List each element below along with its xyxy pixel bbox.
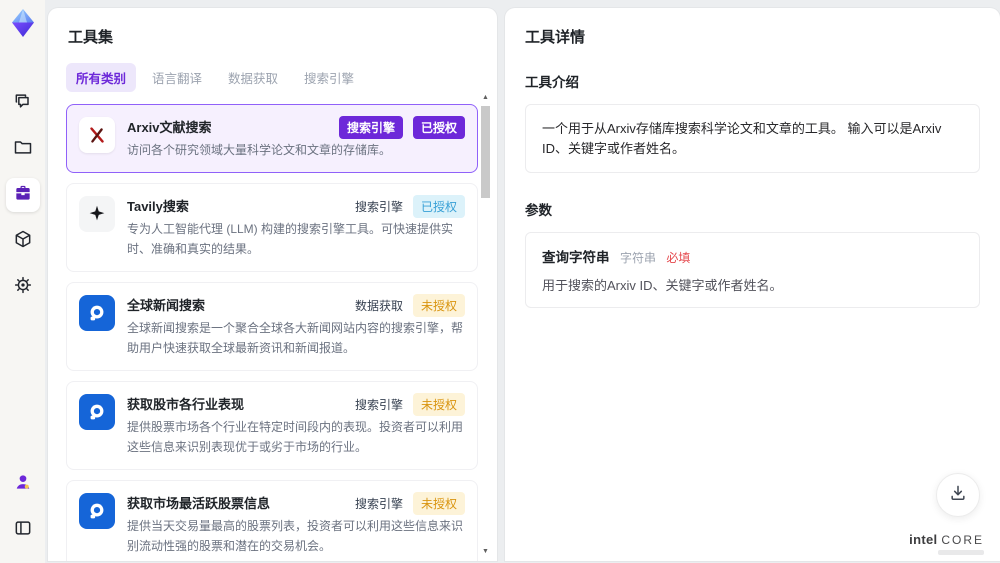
- category-badge: 搜索引擎: [354, 200, 403, 215]
- intel-core-logo: intel CORE: [909, 532, 984, 555]
- news-app-icon: [79, 295, 115, 332]
- tool-description: 专为人工智能代理 (LLM) 构建的搜索引擎工具。可快速提供实时、准确和真实的结…: [127, 222, 454, 256]
- scroll-up-arrow[interactable]: ▲: [480, 92, 491, 103]
- cube-icon: [13, 229, 33, 254]
- tool-list-item-global-news-search[interactable]: 全球新闻搜索 全球新闻搜索是一个聚合全球各大新闻网站内容的搜索引擎，帮助用户快速…: [66, 282, 478, 372]
- scroll-down-arrow[interactable]: ▼: [480, 546, 491, 557]
- settings-icon: [13, 275, 33, 300]
- category-badge: 搜索引擎: [354, 398, 403, 413]
- tool-description: 全球新闻搜索是一个聚合全球各大新闻网站内容的搜索引擎，帮助用户快速获取全球最新资…: [127, 321, 464, 355]
- sidebar-item-account[interactable]: [6, 467, 40, 501]
- sidebar-item-tools[interactable]: [5, 178, 40, 212]
- parameter-card: 查询字符串 字符串 必填 用于搜索的Arxiv ID、关键字或作者姓名。: [525, 232, 980, 308]
- finance-app-icon: [79, 394, 115, 431]
- intro-heading: 工具介绍: [525, 75, 579, 90]
- params-heading: 参数: [525, 203, 552, 218]
- tool-list-item-arxiv-search[interactable]: Arxiv文献搜索 访问各个研究领域大量科学论文和文章的存储库。 搜索引擎 已授…: [66, 104, 478, 174]
- status-badge: 已授权: [412, 116, 465, 139]
- chat-icon: [13, 91, 33, 116]
- sidebar-item-files[interactable]: [6, 132, 40, 166]
- tab-translate[interactable]: 语言翻译: [142, 63, 212, 92]
- sidebar-item-packages[interactable]: [6, 224, 40, 258]
- details-title: 工具详情: [525, 29, 586, 46]
- status-badge: 已授权: [412, 195, 465, 219]
- status-badge: 未授权: [412, 492, 465, 516]
- user-icon: [13, 472, 33, 497]
- tool-description: 访问各个研究领域大量科学论文和文章的存储库。: [127, 143, 392, 157]
- param-name: 查询字符串: [542, 250, 610, 265]
- param-description: 用于搜索的Arxiv ID、关键字或作者姓名。: [542, 278, 783, 293]
- page-title: 工具集: [68, 29, 114, 46]
- tool-list-item-sector-performance[interactable]: 获取股市各行业表现 提供股票市场各个行业在特定时间段内的表现。投资者可以利用这些…: [66, 381, 478, 471]
- sidebar-item-settings[interactable]: [6, 270, 40, 304]
- tool-description: 提供股票市场各个行业在特定时间段内的表现。投资者可以利用这些信息来识别表现优于或…: [127, 420, 464, 454]
- category-badge: 数据获取: [354, 299, 403, 314]
- sidebar-item-collapse[interactable]: [6, 513, 40, 547]
- status-badge: 未授权: [412, 393, 465, 417]
- tool-details-panel: 工具详情 工具介绍 一个用于从Arxiv存储库搜索科学论文和文章的工具。 输入可…: [505, 8, 1000, 561]
- list-scrollbar[interactable]: ▲ ▼: [480, 92, 491, 557]
- folder-icon: [13, 137, 33, 162]
- tool-description: 提供当天交易量最高的股票列表，投资者可以利用这些信息来识别流动性强的股票和潜在的…: [127, 519, 464, 553]
- param-required-badge: 必填: [666, 251, 691, 265]
- param-type: 字符串: [619, 251, 656, 265]
- download-button[interactable]: [936, 473, 980, 517]
- arxiv-icon: [79, 117, 115, 153]
- panel-toggle-icon: [13, 518, 33, 543]
- sidebar-rail: [0, 0, 45, 563]
- category-badge: 搜索引擎: [354, 497, 403, 512]
- tavily-icon: [79, 196, 115, 233]
- toolbox-icon: [13, 183, 33, 208]
- tool-list-item-most-active-stocks[interactable]: 获取市场最活跃股票信息 提供当天交易量最高的股票列表，投资者可以利用这些信息来识…: [66, 480, 478, 561]
- scrollbar-thumb[interactable]: [481, 106, 490, 198]
- category-tabs: 所有类别 语言翻译 数据获取 搜索引擎: [66, 63, 478, 92]
- tab-data-fetch[interactable]: 数据获取: [218, 63, 288, 92]
- tab-search[interactable]: 搜索引擎: [294, 63, 364, 92]
- tool-intro-text: 一个用于从Arxiv存储库搜索科学论文和文章的工具。 输入可以是Arxiv ID…: [525, 104, 980, 173]
- app-logo: [8, 8, 38, 38]
- tools-panel: 工具集 所有类别 语言翻译 数据获取 搜索引擎 Arxiv文献搜索 访问各个研究领域大…: [48, 8, 497, 561]
- brand-subtext-bar: [938, 550, 984, 555]
- tool-list-item-tavily-search[interactable]: Tavily搜索 专为人工智能代理 (LLM) 构建的搜索引擎工具。可快速提供实…: [66, 183, 478, 273]
- status-badge: 未授权: [412, 294, 465, 318]
- tab-all[interactable]: 所有类别: [66, 63, 137, 92]
- category-badge: 搜索引擎: [338, 116, 403, 139]
- stocks-app-icon: [79, 493, 115, 530]
- sidebar-item-chat[interactable]: [6, 86, 40, 120]
- download-icon: [948, 483, 968, 508]
- tool-list: Arxiv文献搜索 访问各个研究领域大量科学论文和文章的存储库。 搜索引擎 已授…: [66, 104, 478, 561]
